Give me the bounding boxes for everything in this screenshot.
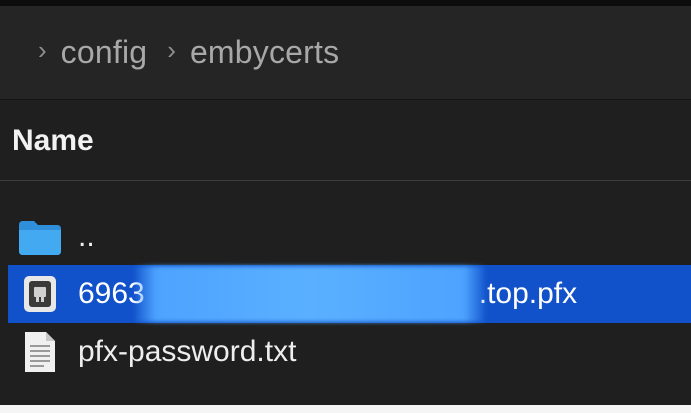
column-header-label: Name [12, 123, 94, 157]
file-list: .. 6963 .top.pfx pfx-password.txt [0, 182, 691, 413]
file-name: pfx-password.txt [78, 335, 297, 368]
folder-icon [16, 213, 64, 261]
file-row-text[interactable]: pfx-password.txt [8, 323, 691, 381]
certificate-file-icon [16, 270, 64, 318]
breadcrumb-item-config[interactable]: config [61, 34, 148, 71]
breadcrumb-item-embycerts[interactable]: embycerts [190, 34, 339, 71]
chevron-right-icon: › [167, 35, 176, 65]
redaction-blur [134, 266, 485, 322]
file-browser-window: › config › embycerts Name .. 6963 .top.p… [0, 0, 691, 413]
file-row-pfx[interactable]: 6963 .top.pfx [8, 265, 691, 323]
text-file-icon [16, 328, 64, 376]
file-name-suffix: .top.pfx [478, 277, 578, 310]
file-row-parent-folder[interactable]: .. [8, 208, 691, 266]
file-name: 6963 .top.pfx [78, 266, 577, 322]
breadcrumb: › config › embycerts [0, 6, 691, 100]
bottom-edge [0, 405, 691, 413]
column-header-name[interactable]: Name [0, 101, 691, 181]
chevron-right-icon: › [38, 35, 47, 65]
file-name: .. [78, 220, 95, 253]
